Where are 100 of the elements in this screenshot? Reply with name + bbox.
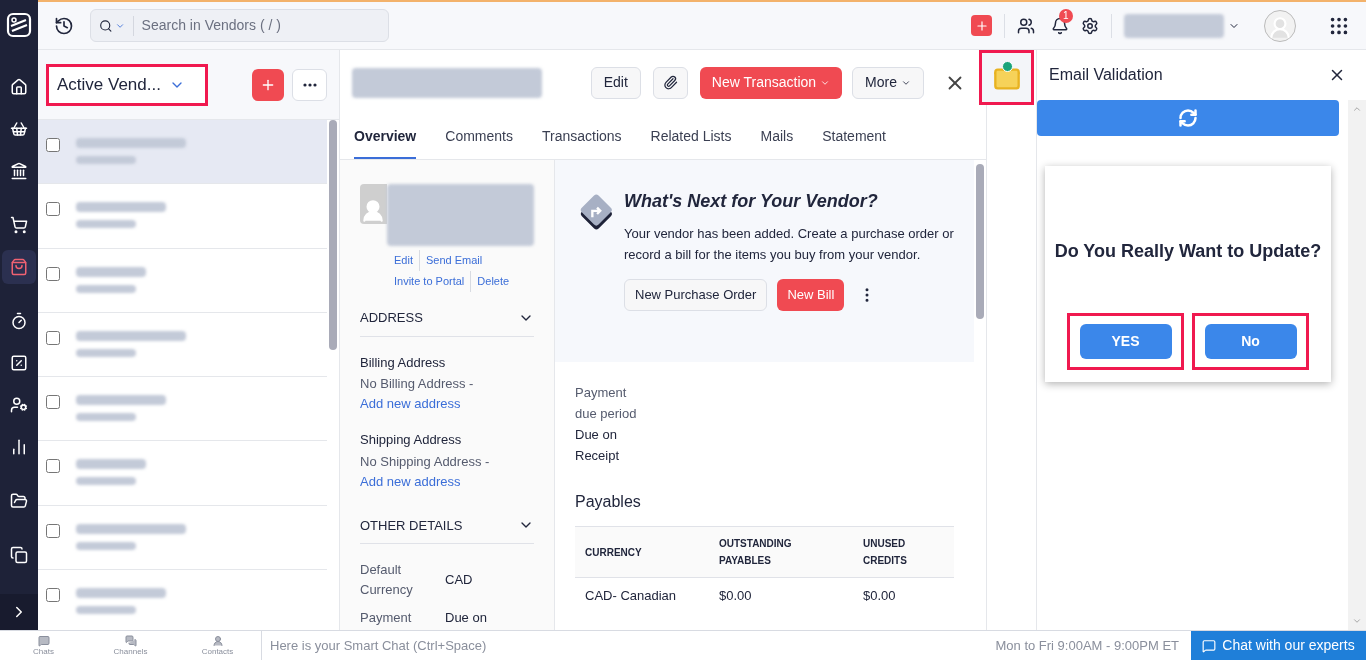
blurred-text <box>76 266 146 277</box>
field-label: Default Currency <box>360 561 414 599</box>
basket-icon <box>10 120 28 138</box>
payables-heading: Payables <box>575 492 642 512</box>
bar-chart-icon <box>10 438 28 456</box>
field-label: Billing Address <box>360 353 447 372</box>
scrollbar-thumb[interactable] <box>976 164 984 319</box>
contact-link[interactable]: Send Email <box>425 250 489 271</box>
bank-icon <box>10 162 28 180</box>
chat-bar-tab[interactable]: Channels <box>87 631 174 660</box>
contact-link[interactable]: Delete <box>477 271 516 292</box>
table-cell: $0.00 <box>719 577 863 614</box>
add-address-link[interactable]: Add new address <box>360 473 461 489</box>
blurred-text <box>76 606 136 615</box>
tab-label: Channels <box>113 647 148 656</box>
blurred-text <box>76 477 136 486</box>
new-vendor-button[interactable] <box>252 68 284 101</box>
new-transaction-button[interactable]: New Transaction <box>699 66 843 99</box>
field-label: Payment <box>360 609 413 627</box>
ellipsis-icon <box>302 82 317 87</box>
blurred-text <box>76 459 146 470</box>
folder-icon <box>10 492 28 510</box>
column-header: UNUSED CREDITS <box>863 526 954 578</box>
new-bill-button[interactable]: New Bill <box>777 279 845 311</box>
row-checkbox[interactable] <box>46 138 60 152</box>
cart-icon <box>10 216 28 234</box>
column-header: CURRENCY <box>575 526 719 578</box>
tab-label: Contacts <box>201 647 234 656</box>
search-field[interactable]: Search in Vendors ( / ) <box>90 9 389 42</box>
new-purchase-order-button[interactable]: New Purchase Order <box>624 279 768 311</box>
field-value: Due on Receipt <box>575 426 621 465</box>
field-value: Due on <box>445 609 487 627</box>
refresh-icon <box>1178 108 1198 128</box>
recent-history-icon[interactable] <box>54 15 74 36</box>
tab[interactable]: Related Lists <box>650 126 732 159</box>
shopping-bag-icon <box>10 258 28 276</box>
home-icon <box>10 78 28 96</box>
field-value: CAD <box>445 571 473 589</box>
chat-with-experts-button[interactable]: Chat with our experts <box>1191 631 1366 660</box>
table-cell: $0.00 <box>863 577 954 614</box>
chat-bar-tab[interactable]: Contacts <box>174 631 261 660</box>
search-input[interactable]: Search in Vendors ( / ) <box>141 15 380 36</box>
chat-bubble-icon <box>37 635 50 647</box>
percent-icon <box>10 354 28 372</box>
add-address-link[interactable]: Add new address <box>360 396 461 411</box>
row-checkbox[interactable] <box>46 395 60 410</box>
chat-bubbles-icon <box>124 635 137 647</box>
paperclip-icon <box>662 75 678 90</box>
users-icon[interactable] <box>1017 16 1035 35</box>
contact-link[interactable]: Invite to Portal <box>394 271 472 292</box>
more-options-button[interactable] <box>292 68 327 101</box>
field-label: Shipping Address <box>360 431 463 449</box>
blurred-text <box>76 413 136 422</box>
tab[interactable]: Transactions <box>541 126 622 159</box>
settings-icon[interactable] <box>1081 16 1099 35</box>
blurred-text <box>76 541 136 550</box>
plus-icon <box>974 18 989 33</box>
column-header: OUTSTANDING PAYABLES <box>719 526 863 578</box>
expand-button[interactable] <box>0 594 38 630</box>
tab[interactable]: Statement <box>822 126 886 159</box>
card-title: What's Next for Your Vendor? <box>624 190 879 213</box>
field-label: Payment due period <box>575 384 638 423</box>
section-heading: OTHER DETAILS <box>360 516 463 535</box>
blurred-text <box>76 220 136 229</box>
support-hours: Mon to Fri 9:00AM - 9:00PM ET <box>995 636 1179 655</box>
user-gear-icon <box>10 396 28 414</box>
row-checkbox[interactable] <box>46 523 60 538</box>
chat-bar-tab[interactable]: Chats <box>0 631 87 660</box>
smart-chat-field[interactable]: Here is your Smart Chat (Ctrl+Space) <box>262 631 996 660</box>
more-button[interactable]: More <box>852 66 924 99</box>
email-validation-icon[interactable] <box>992 64 1021 91</box>
no-button[interactable]: No <box>1204 324 1297 359</box>
card-description: Your vendor has been added. Create a purchase order or record a bill for the items you buy from your vendor. <box>624 225 954 264</box>
edit-button[interactable]: Edit <box>590 66 641 99</box>
panel-title: Email Validation <box>1049 65 1163 85</box>
blurred-text <box>76 156 136 164</box>
timer-icon <box>10 312 28 330</box>
person-icon <box>211 635 224 647</box>
row-checkbox[interactable] <box>46 588 60 603</box>
tab[interactable]: Comments <box>445 126 513 159</box>
row-checkbox[interactable] <box>46 459 60 474</box>
attachment-button[interactable] <box>652 66 688 99</box>
section-heading: ADDRESS <box>360 309 423 327</box>
blurred-text <box>76 284 136 293</box>
row-checkbox[interactable] <box>46 202 60 217</box>
chat-icon <box>1202 638 1217 653</box>
row-checkbox[interactable] <box>46 266 60 281</box>
table-cell: CAD- Canadian <box>575 577 719 614</box>
yes-button[interactable]: YES <box>1079 324 1172 359</box>
contact-link[interactable]: Edit <box>394 250 420 271</box>
tab[interactable]: Mails <box>760 126 794 159</box>
logo-icon <box>6 12 32 38</box>
copy-icon <box>10 546 28 564</box>
row-checkbox[interactable] <box>46 330 60 345</box>
tab-label: Chats <box>33 647 54 656</box>
scrollbar-thumb[interactable] <box>329 120 337 350</box>
quick-create-button[interactable] <box>971 15 992 36</box>
avatar-placeholder <box>360 184 387 224</box>
list-view-dropdown[interactable]: Active Vend... <box>49 66 205 103</box>
notification-badge: 1 <box>1059 8 1073 23</box>
